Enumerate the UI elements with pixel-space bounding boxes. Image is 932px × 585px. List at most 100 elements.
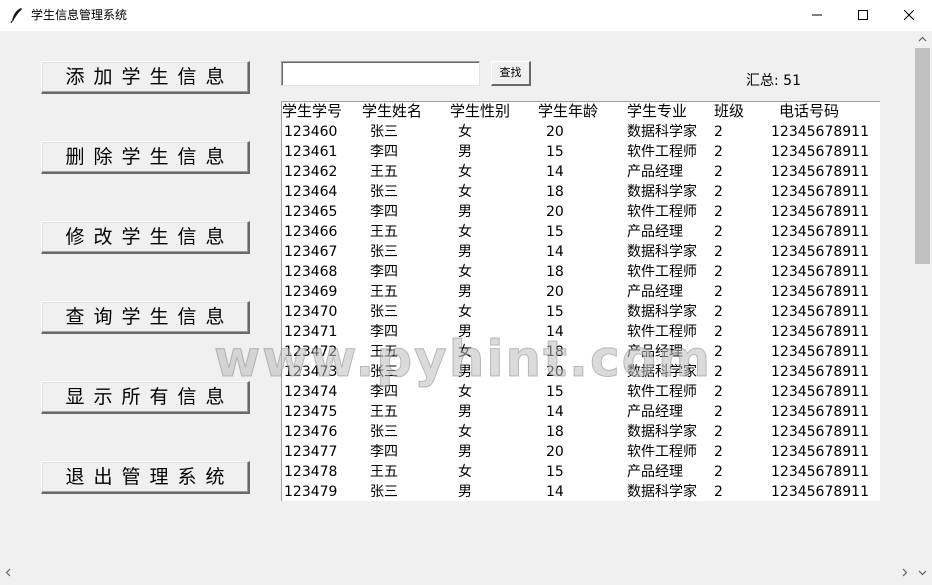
cell-student-major: 数据科学家 <box>627 184 697 200</box>
table-row[interactable]: 123470 张三 女 15 数据科学家 2 12345678911 <box>282 302 880 322</box>
chevron-down-icon <box>918 570 927 576</box>
cell-class: 2 <box>714 144 723 160</box>
horizontal-scrollbar[interactable] <box>0 564 913 581</box>
cell-student-id: 123472 <box>284 344 338 360</box>
scroll-right-button[interactable] <box>896 564 913 581</box>
cell-student-major: 软件工程师 <box>627 384 697 400</box>
vertical-scrollbar[interactable] <box>913 31 932 581</box>
cell-class: 2 <box>714 424 723 440</box>
table-row[interactable]: 123468 李四 女 18 软件工程师 2 12345678911 <box>282 262 880 282</box>
cell-student-age: 15 <box>546 384 564 400</box>
cell-student-major: 产品经理 <box>627 164 683 180</box>
cell-student-major: 产品经理 <box>627 404 683 420</box>
cell-student-major: 产品经理 <box>627 464 683 480</box>
header-student-id: 学生学号 <box>282 102 343 120</box>
search-button[interactable]: 查找 <box>491 61 531 86</box>
table-row[interactable]: 123467 张三 男 14 数据科学家 2 12345678911 <box>282 242 880 262</box>
minimize-button[interactable] <box>794 0 840 31</box>
cell-phone: 12345678911 <box>771 384 869 400</box>
cell-student-major: 数据科学家 <box>627 304 697 320</box>
close-button[interactable] <box>886 0 932 31</box>
cell-student-gender: 女 <box>458 224 472 240</box>
scroll-down-button[interactable] <box>913 564 932 581</box>
cell-class: 2 <box>714 484 723 500</box>
chevron-up-icon <box>918 36 927 42</box>
cell-student-major: 软件工程师 <box>627 264 697 280</box>
table-row[interactable]: 123475 王五 男 14 产品经理 2 12345678911 <box>282 402 880 422</box>
cell-student-id: 123477 <box>284 444 338 460</box>
add-student-button[interactable]: 添加学生信息 <box>41 61 250 94</box>
scrollbar-thumb[interactable] <box>915 48 930 264</box>
cell-student-id: 123461 <box>284 144 338 160</box>
cell-class: 2 <box>714 204 723 220</box>
cell-student-name: 张三 <box>370 244 398 260</box>
cell-student-name: 李四 <box>370 324 398 340</box>
cell-student-age: 15 <box>546 464 564 480</box>
cell-phone: 12345678911 <box>771 424 869 440</box>
table-row[interactable]: 123478 王五 女 15 产品经理 2 12345678911 <box>282 462 880 482</box>
cell-student-gender: 男 <box>458 404 472 420</box>
cell-student-name: 张三 <box>370 124 398 140</box>
search-input[interactable] <box>281 61 480 86</box>
exit-system-button[interactable]: 退出管理系统 <box>41 461 250 494</box>
table-row[interactable]: 123476 张三 女 18 数据科学家 2 12345678911 <box>282 422 880 442</box>
cell-class: 2 <box>714 224 723 240</box>
cell-student-major: 产品经理 <box>627 344 683 360</box>
cell-student-major: 数据科学家 <box>627 424 697 440</box>
cell-student-name: 王五 <box>370 344 398 360</box>
cell-student-id: 123475 <box>284 404 338 420</box>
header-student-gender: 学生性别 <box>450 102 511 120</box>
cell-student-gender: 女 <box>458 264 472 280</box>
cell-class: 2 <box>714 244 723 260</box>
header-phone: 电话号码 <box>779 102 840 120</box>
cell-student-gender: 男 <box>458 364 472 380</box>
cell-student-major: 软件工程师 <box>627 444 697 460</box>
cell-student-age: 14 <box>546 164 564 180</box>
cell-student-gender: 女 <box>458 304 472 320</box>
summary-count: 51 <box>783 73 801 89</box>
cell-student-major: 软件工程师 <box>627 324 697 340</box>
show-all-button[interactable]: 显示所有信息 <box>41 381 250 414</box>
cell-student-name: 李四 <box>370 264 398 280</box>
cell-student-gender: 男 <box>458 444 472 460</box>
cell-phone: 12345678911 <box>771 124 869 140</box>
scroll-left-button[interactable] <box>0 564 17 581</box>
student-listbox[interactable]: 学生学号 学生姓名 学生性别 学生年龄 学生专业 班级 电话号码 123460 张… <box>281 101 880 501</box>
cell-student-major: 数据科学家 <box>627 484 697 500</box>
cell-student-gender: 男 <box>458 484 472 500</box>
cell-class: 2 <box>714 404 723 420</box>
table-row[interactable]: 123460 张三 女 20 数据科学家 2 12345678911 <box>282 122 880 142</box>
table-row[interactable]: 123472 王五 女 18 产品经理 2 12345678911 <box>282 342 880 362</box>
delete-student-button[interactable]: 删除学生信息 <box>41 141 250 174</box>
table-row[interactable]: 123461 李四 男 15 软件工程师 2 12345678911 <box>282 142 880 162</box>
table-row[interactable]: 123464 张三 女 18 数据科学家 2 12345678911 <box>282 182 880 202</box>
cell-student-major: 软件工程师 <box>627 204 697 220</box>
table-row[interactable]: 123479 张三 男 14 数据科学家 2 12345678911 <box>282 482 880 501</box>
header-student-major: 学生专业 <box>627 102 688 120</box>
query-student-button[interactable]: 查询学生信息 <box>41 301 250 334</box>
maximize-button[interactable] <box>840 0 886 31</box>
cell-student-name: 李四 <box>370 144 398 160</box>
scroll-up-button[interactable] <box>913 31 932 48</box>
cell-phone: 12345678911 <box>771 224 869 240</box>
cell-phone: 12345678911 <box>771 204 869 220</box>
cell-student-gender: 男 <box>458 204 472 220</box>
edit-student-button[interactable]: 修改学生信息 <box>41 221 250 254</box>
cell-student-major: 产品经理 <box>627 284 683 300</box>
table-row[interactable]: 123466 王五 女 15 产品经理 2 12345678911 <box>282 222 880 242</box>
maximize-icon <box>858 10 868 20</box>
cell-student-gender: 女 <box>458 344 472 360</box>
cell-student-id: 123473 <box>284 364 338 380</box>
table-row[interactable]: 123469 王五 男 20 产品经理 2 12345678911 <box>282 282 880 302</box>
table-row[interactable]: 123471 李四 男 14 软件工程师 2 12345678911 <box>282 322 880 342</box>
table-row[interactable]: 123477 李四 男 20 软件工程师 2 12345678911 <box>282 442 880 462</box>
table-row[interactable]: 123474 李四 女 15 软件工程师 2 12345678911 <box>282 382 880 402</box>
feather-icon <box>10 8 22 23</box>
cell-phone: 12345678911 <box>771 444 869 460</box>
table-row[interactable]: 123465 李四 男 20 软件工程师 2 12345678911 <box>282 202 880 222</box>
cell-student-id: 123476 <box>284 424 338 440</box>
table-row[interactable]: 123462 王五 女 14 产品经理 2 12345678911 <box>282 162 880 182</box>
cell-student-age: 20 <box>546 364 564 380</box>
cell-phone: 12345678911 <box>771 364 869 380</box>
table-row[interactable]: 123473 张三 男 20 数据科学家 2 12345678911 <box>282 362 880 382</box>
